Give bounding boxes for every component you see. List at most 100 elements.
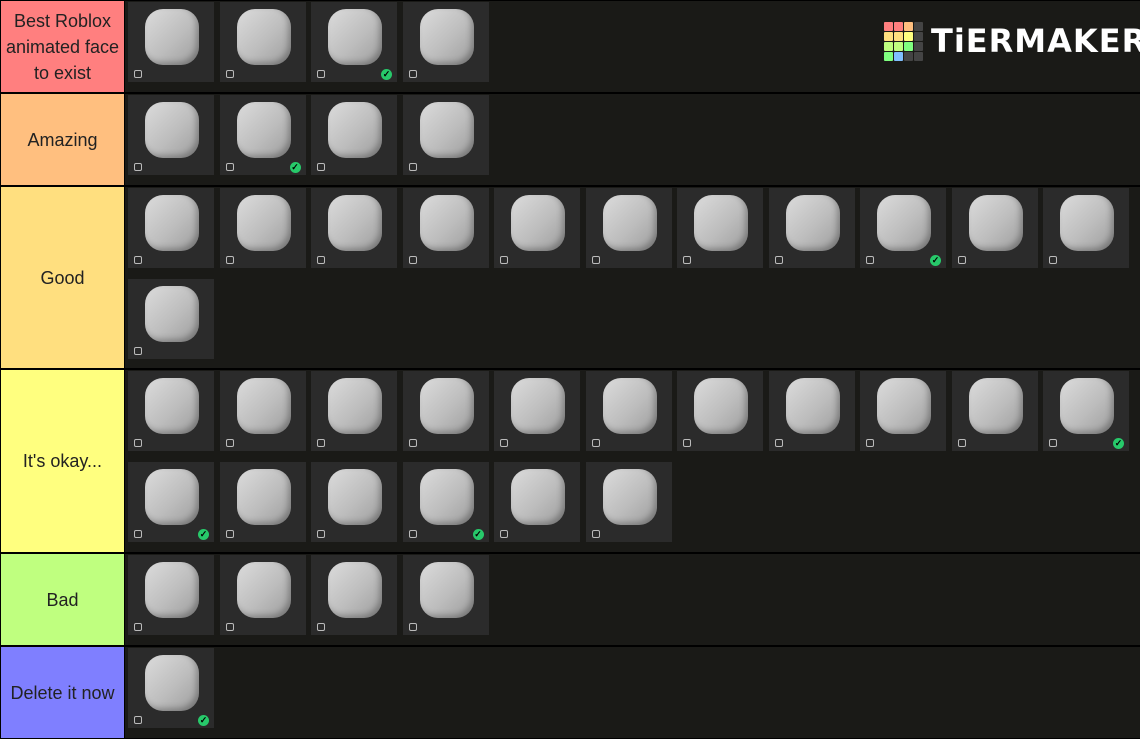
unsure-face-icon bbox=[511, 469, 565, 525]
flat-face-icon bbox=[1060, 378, 1114, 434]
big-grin-face-icon bbox=[511, 195, 565, 251]
face-tile[interactable]: I <3 New Site bbox=[219, 462, 306, 542]
face-tile[interactable]: Chill bbox=[128, 555, 214, 635]
item-type-icon bbox=[774, 256, 783, 264]
item-type-icon bbox=[225, 256, 234, 264]
face-tile[interactable]: Finn McCool bbox=[128, 2, 214, 82]
face-tile[interactable]: Err bbox=[219, 555, 306, 635]
item-type-icon bbox=[408, 623, 417, 631]
face-tile[interactable]: Know-It-All Grin bbox=[494, 371, 580, 451]
face-tile[interactable]: Smil Nas X - Lil bbox=[402, 555, 489, 635]
face-tile[interactable]: ✓Suspicious bbox=[860, 188, 946, 268]
tier-label[interactable]: Good bbox=[1, 187, 124, 368]
chill-face-icon bbox=[145, 562, 199, 618]
dylan-default-face-icon bbox=[145, 378, 199, 434]
face-tile[interactable]: Puck bbox=[951, 188, 1038, 268]
tier-label[interactable]: Best Roblox animated face to exist bbox=[1, 1, 124, 92]
zigzag-mouth-face-icon bbox=[419, 195, 474, 251]
know-it-all-grin-face-icon bbox=[511, 378, 565, 434]
braces-face-icon bbox=[328, 562, 382, 618]
owned-check-icon: ✓ bbox=[472, 529, 484, 540]
item-type-icon bbox=[500, 439, 508, 447]
tier-label[interactable]: Bad bbox=[1, 554, 124, 645]
tier-label[interactable]: It's okay... bbox=[1, 370, 124, 552]
face-tile[interactable]: Uh Uh Uh bbox=[860, 371, 946, 451]
item-type-icon bbox=[866, 439, 874, 447]
golden-eyes-face-icon bbox=[785, 378, 840, 434]
face-tile[interactable]: Not Sure if bbox=[1043, 188, 1129, 268]
logo-grid-cell bbox=[894, 31, 903, 41]
item-type-icon bbox=[225, 163, 234, 171]
face-tile[interactable]: Joyful Smile bbox=[585, 371, 672, 451]
face-tile[interactable]: Dylan Default bbox=[128, 371, 214, 451]
joyful-smile-face-icon bbox=[602, 378, 657, 434]
item-type-icon bbox=[134, 623, 142, 631]
face-tile[interactable]: ✓Man Face bbox=[311, 2, 397, 82]
face-tile[interactable]: Golden Eyes - bbox=[768, 371, 855, 451]
owned-check-icon: ✓ bbox=[1113, 438, 1124, 449]
face-tile[interactable]: :/ bbox=[494, 462, 580, 542]
item-type-icon bbox=[866, 256, 874, 264]
face-tile[interactable]: Woman Face bbox=[128, 188, 214, 268]
face-tile[interactable]: Big Grin - Tai bbox=[494, 188, 580, 268]
stevie-standard-face-icon bbox=[145, 655, 199, 711]
face-tile[interactable]: :O bbox=[585, 462, 672, 542]
tier-label[interactable]: Amazing bbox=[1, 94, 124, 185]
item-type-icon bbox=[317, 256, 325, 264]
face-tile[interactable]: Hold It In bbox=[768, 188, 855, 268]
face-tile[interactable]: ^_^ bbox=[128, 279, 214, 359]
logo-grid-cell bbox=[914, 31, 923, 41]
item-type-icon bbox=[408, 256, 417, 264]
logo-grid-cell bbox=[904, 31, 913, 41]
happy-eyes-face-icon bbox=[145, 286, 199, 342]
face-tile[interactable]: ✓Joyous Surprise bbox=[128, 462, 214, 542]
friendly-smile-face-icon bbox=[328, 102, 382, 158]
logo-grid-cell bbox=[904, 51, 913, 61]
face-tile[interactable]: Anime Surprise bbox=[951, 371, 1038, 451]
tier-items: Dylan DefaultPavan DefaultCheck ItCat Ey… bbox=[125, 370, 1140, 552]
hate-nacho-face-icon bbox=[419, 469, 474, 525]
tiermaker-logo: TiERMAKER bbox=[884, 20, 1140, 62]
face-tile[interactable]: Classic Female bbox=[128, 95, 214, 175]
face-tile[interactable]: ✓Stevie Standard bbox=[128, 648, 214, 728]
yawn-face-icon bbox=[694, 195, 748, 251]
face-tile[interactable]: Friendly Smile bbox=[311, 95, 397, 175]
face-tile[interactable]: ✓:) bbox=[219, 95, 306, 175]
face-tile[interactable]: Red Lip - Tate bbox=[219, 2, 306, 82]
face-tile[interactable]: YAAAWWN bbox=[677, 188, 763, 268]
hold-it-in-face-icon bbox=[785, 195, 840, 251]
logo-grid-cell bbox=[914, 41, 923, 51]
face-tile[interactable]: Braces bbox=[311, 555, 397, 635]
item-type-icon bbox=[957, 256, 966, 264]
item-type-icon bbox=[591, 530, 600, 538]
item-type-icon bbox=[683, 439, 691, 447]
face-tile[interactable]: Laughing Fun bbox=[585, 188, 672, 268]
face-tile[interactable]: ✓-_- bbox=[1043, 371, 1129, 451]
tier-label[interactable]: Delete it now bbox=[1, 647, 124, 738]
face-tile[interactable]: ✓I Hate Nacho bbox=[402, 462, 489, 542]
face-tile[interactable]: Check It bbox=[311, 371, 397, 451]
item-type-icon bbox=[774, 439, 783, 447]
item-type-icon bbox=[317, 439, 325, 447]
face-tile[interactable]: The Winning bbox=[402, 2, 489, 82]
face-tile[interactable]: Sniffles bbox=[311, 462, 397, 542]
ghostface-icon bbox=[419, 102, 474, 158]
face-tile[interactable]: Cat Eye - Zara bbox=[402, 371, 489, 451]
logo-grid-cell bbox=[884, 41, 893, 51]
face-tile[interactable]: Classic Male Face bbox=[219, 188, 306, 268]
surprised-face-icon bbox=[602, 469, 657, 525]
face-tile[interactable]: Freckles bbox=[311, 188, 397, 268]
face-tile[interactable]: Ghostface bbox=[402, 95, 489, 175]
owned-check-icon: ✓ bbox=[198, 529, 209, 540]
classic-female-face-icon bbox=[145, 102, 199, 158]
tier-row-amazing: Amazing Classic Female✓:)Friendly SmileG… bbox=[0, 94, 1140, 185]
item-type-icon bbox=[408, 163, 417, 171]
tier-row-okay: It's okay... Dylan DefaultPavan DefaultC… bbox=[0, 370, 1140, 552]
face-tile[interactable]: Whistle bbox=[677, 371, 763, 451]
item-type-icon bbox=[591, 439, 600, 447]
cat-eye-face-icon bbox=[419, 378, 474, 434]
face-tile[interactable]: Pavan Default bbox=[219, 371, 306, 451]
smil-nas-face-icon bbox=[419, 562, 474, 618]
face-tile[interactable]: Zombie Mouth bbox=[402, 188, 489, 268]
logo-grid-cell bbox=[894, 51, 903, 61]
